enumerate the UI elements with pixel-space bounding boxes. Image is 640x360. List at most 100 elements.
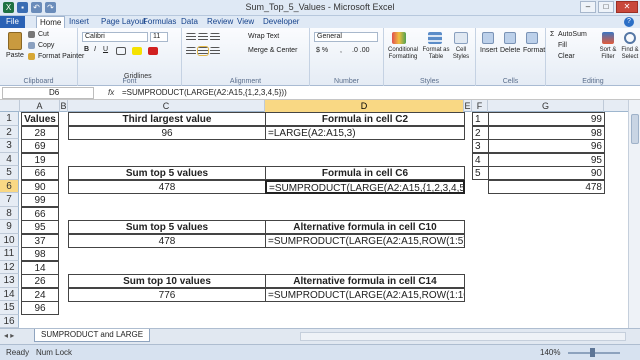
autosum-button[interactable]: AutoSum [558, 31, 587, 38]
decimal-button[interactable]: .0 .00 [352, 47, 370, 54]
row-header-9[interactable]: 9 [0, 220, 19, 234]
cut-icon[interactable] [28, 31, 35, 38]
row-header-10[interactable]: 10 [0, 233, 19, 247]
underline-button[interactable]: U [103, 46, 108, 53]
fill-button[interactable]: Fill [558, 42, 567, 49]
cell-a14[interactable]: 24 [21, 287, 59, 302]
cell-g3[interactable]: 96 [488, 139, 605, 153]
number-format-select[interactable]: General [314, 32, 378, 42]
find-select-button[interactable]: Find & Select [620, 47, 640, 61]
comma-button[interactable]: , [340, 47, 342, 54]
tab-developer[interactable]: Developer [260, 16, 302, 28]
cell-d1[interactable]: Formula in cell C2 [265, 112, 465, 126]
cell-c1[interactable]: Third largest value [68, 112, 266, 126]
cell-g2[interactable]: 98 [488, 125, 605, 140]
tab-data[interactable]: Data [178, 16, 201, 28]
cell-c9[interactable]: Sum top 5 values [68, 220, 266, 234]
paste-button[interactable]: Paste [6, 52, 24, 59]
worksheet-grid[interactable]: 1 2 3 4 5 6 7 8 9 10 11 12 13 14 15 16 V… [0, 112, 628, 328]
tab-insert[interactable]: Insert [66, 16, 92, 28]
fill-color-icon[interactable] [132, 47, 142, 55]
format-table-button[interactable]: Format as Table [422, 47, 450, 61]
cell-a3[interactable]: 69 [21, 139, 59, 153]
row-header-14[interactable]: 14 [0, 287, 19, 301]
gridlines-checkbox[interactable]: Gridlines [124, 73, 152, 80]
cell-a5[interactable]: 66 [21, 166, 59, 180]
cell-g4[interactable]: 95 [488, 152, 605, 167]
tab-file[interactable]: File [0, 16, 25, 28]
copy-button[interactable]: Copy [38, 42, 54, 49]
cell-a2[interactable]: 28 [21, 125, 59, 140]
column-header-g[interactable]: G [488, 100, 604, 112]
fx-icon[interactable]: fx [108, 88, 114, 97]
cell-c2[interactable]: 96 [68, 125, 266, 140]
wrap-text-button[interactable]: Wrap Text [248, 33, 279, 40]
cell-a6[interactable]: 90 [21, 179, 59, 194]
column-header-e[interactable]: E [464, 100, 472, 112]
clear-button[interactable]: Clear [558, 53, 575, 60]
cell-d9[interactable]: Alternative formula in cell C10 [265, 220, 465, 234]
currency-button[interactable]: $ % [316, 47, 328, 54]
row-header-8[interactable]: 8 [0, 206, 19, 220]
cell-c10[interactable]: 478 [68, 233, 266, 248]
cell-f1[interactable]: 1 [472, 112, 489, 126]
font-size-select[interactable]: 11 [150, 32, 168, 42]
borders-icon[interactable] [116, 47, 126, 55]
vertical-scrollbar[interactable] [628, 100, 640, 328]
cell-styles-icon[interactable] [454, 32, 468, 44]
cell-a9[interactable]: 95 [21, 220, 59, 234]
cell-d2[interactable]: =LARGE(A2:A15,3) [265, 125, 465, 140]
delete-icon[interactable] [504, 32, 516, 44]
sort-filter-icon[interactable] [602, 32, 614, 44]
cell-d5[interactable]: Formula in cell C6 [265, 166, 465, 180]
cell-g6[interactable]: 478 [488, 179, 605, 194]
cut-button[interactable]: Cut [38, 31, 49, 38]
name-box[interactable]: D6 [2, 87, 94, 99]
formula-input[interactable]: =SUMPRODUCT(LARGE(A2:A15,{1,2,3,4,5})) [122, 88, 287, 97]
insert-button[interactable]: Insert [480, 47, 498, 54]
cell-f3[interactable]: 3 [472, 139, 489, 153]
cell-a15[interactable]: 96 [21, 301, 59, 315]
column-header-f[interactable]: F [472, 100, 488, 112]
paste-icon[interactable] [8, 32, 22, 50]
tab-formulas[interactable]: Formulas [140, 16, 179, 28]
row-header-15[interactable]: 15 [0, 301, 19, 315]
cell-a11[interactable]: 98 [21, 247, 59, 261]
row-header-13[interactable]: 13 [0, 274, 19, 288]
column-header-b[interactable]: B [60, 100, 68, 112]
cell-f5[interactable]: 5 [472, 166, 489, 180]
cell-a8[interactable]: 66 [21, 206, 59, 221]
insert-icon[interactable] [482, 32, 494, 44]
format-button[interactable]: Format [523, 47, 545, 54]
zoom-level[interactable]: 140% [540, 348, 560, 357]
align-bottom-icon[interactable] [210, 33, 220, 41]
tab-view[interactable]: View [234, 16, 257, 28]
cell-c5[interactable]: Sum top 5 values [68, 166, 266, 180]
cell-a10[interactable]: 37 [21, 233, 59, 248]
row-header-7[interactable]: 7 [0, 193, 19, 207]
format-painter-icon[interactable] [28, 53, 35, 60]
align-center-icon[interactable] [197, 46, 209, 56]
conditional-formatting-icon[interactable] [392, 32, 406, 44]
find-select-icon[interactable] [624, 32, 636, 44]
cell-g1[interactable]: 99 [488, 112, 605, 126]
row-header-12[interactable]: 12 [0, 260, 19, 274]
sheet-nav-icon[interactable]: ◂ ▸ [4, 331, 14, 340]
cell-f2[interactable]: 2 [472, 125, 489, 140]
cell-c13[interactable]: Sum top 10 values [68, 274, 266, 288]
close-button[interactable]: ✕ [616, 1, 638, 13]
row-header-6[interactable]: 6 [0, 179, 19, 193]
cell-g5[interactable]: 90 [488, 166, 605, 180]
cell-a1[interactable]: Values [21, 112, 59, 126]
cell-d14[interactable]: =SUMPRODUCT(LARGE(A2:A15,ROW(1:10))) [265, 287, 465, 302]
zoom-slider-knob[interactable] [590, 348, 595, 357]
row-header-11[interactable]: 11 [0, 247, 19, 261]
font-name-select[interactable]: Calibri [82, 32, 148, 42]
align-left-icon[interactable] [186, 47, 196, 55]
merge-center-button[interactable]: Merge & Center [248, 47, 297, 54]
font-color-icon[interactable] [148, 47, 158, 55]
copy-icon[interactable] [28, 42, 35, 49]
delete-button[interactable]: Delete [500, 47, 520, 54]
bold-button[interactable]: B [84, 46, 89, 53]
cell-a12[interactable]: 14 [21, 260, 59, 275]
